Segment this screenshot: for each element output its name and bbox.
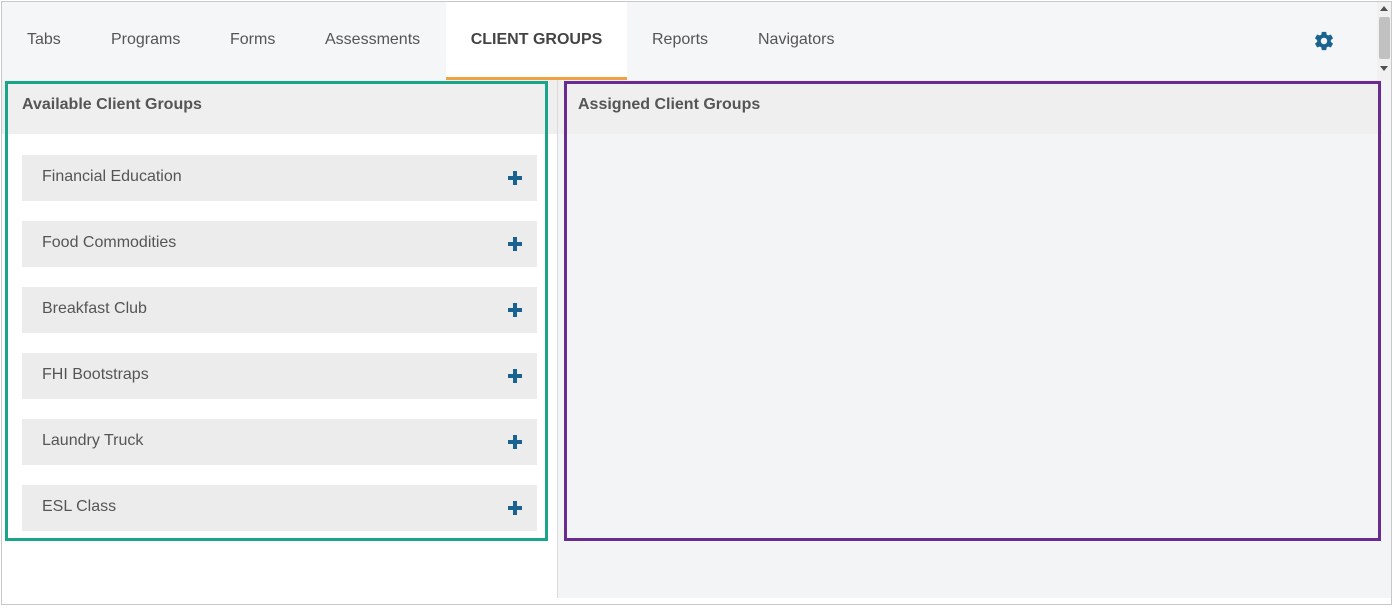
plus-icon[interactable] bbox=[508, 171, 522, 185]
tab-bar: Tabs Programs Forms Assessments CLIENT G… bbox=[2, 2, 1377, 80]
gear-icon[interactable] bbox=[1313, 30, 1335, 52]
group-label: Laundry Truck bbox=[42, 432, 144, 449]
tab-forms[interactable]: Forms bbox=[230, 2, 275, 80]
available-client-groups-panel: Available Client Groups Financial Educat… bbox=[2, 80, 558, 598]
group-label: Food Commodities bbox=[42, 234, 177, 251]
assigned-client-groups-panel[interactable]: Assigned Client Groups bbox=[558, 80, 1391, 598]
available-panel-title: Available Client Groups bbox=[2, 80, 557, 134]
scroll-thumb[interactable] bbox=[1379, 17, 1390, 59]
group-label: FHI Bootstraps bbox=[42, 366, 149, 383]
tab-tabs[interactable]: Tabs bbox=[27, 2, 61, 80]
bottom-strip bbox=[2, 598, 1391, 604]
plus-icon[interactable] bbox=[508, 369, 522, 383]
assigned-panel-title: Assigned Client Groups bbox=[558, 80, 1382, 134]
available-group-item[interactable]: Laundry Truck bbox=[22, 419, 537, 465]
scroll-up-arrow-icon[interactable] bbox=[1380, 6, 1388, 11]
tab-reports[interactable]: Reports bbox=[652, 2, 708, 80]
scroll-down-arrow-icon[interactable] bbox=[1380, 66, 1388, 71]
tab-client-groups[interactable]: CLIENT GROUPS bbox=[446, 2, 627, 80]
available-group-item[interactable]: FHI Bootstraps bbox=[22, 353, 537, 399]
tab-programs[interactable]: Programs bbox=[111, 2, 180, 80]
tab-navigators[interactable]: Navigators bbox=[758, 2, 834, 80]
available-group-item[interactable]: Breakfast Club bbox=[22, 287, 537, 333]
available-group-item[interactable]: Financial Education bbox=[22, 155, 537, 201]
plus-icon[interactable] bbox=[508, 501, 522, 515]
scrollbar[interactable] bbox=[1377, 2, 1391, 80]
plus-icon[interactable] bbox=[508, 435, 522, 449]
plus-icon[interactable] bbox=[508, 303, 522, 317]
tab-assessments[interactable]: Assessments bbox=[325, 2, 420, 80]
group-label: ESL Class bbox=[42, 498, 117, 515]
available-group-item[interactable]: Food Commodities bbox=[22, 221, 537, 267]
group-label: Financial Education bbox=[42, 168, 182, 185]
available-group-item[interactable]: ESL Class bbox=[22, 485, 537, 531]
app-frame: Tabs Programs Forms Assessments CLIENT G… bbox=[1, 1, 1392, 605]
plus-icon[interactable] bbox=[508, 237, 522, 251]
group-label: Breakfast Club bbox=[42, 300, 147, 317]
